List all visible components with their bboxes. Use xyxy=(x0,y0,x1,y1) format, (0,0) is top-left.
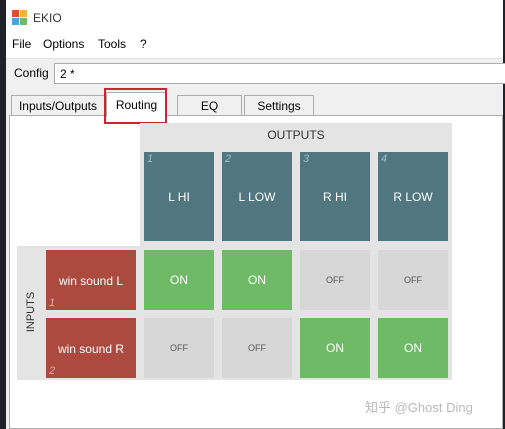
route-in2-out3[interactable]: ON xyxy=(300,318,370,378)
tab-eq[interactable]: EQ xyxy=(177,95,242,117)
menu-tools[interactable]: Tools xyxy=(98,37,126,51)
menu-file[interactable]: File xyxy=(12,37,31,51)
input-number: 1 xyxy=(49,297,56,309)
output-label: R HI xyxy=(323,190,347,204)
route-in1-out3[interactable]: OFF xyxy=(300,250,370,310)
output-number: 2 xyxy=(225,153,232,165)
title-bar xyxy=(6,0,503,36)
input-label: win sound L xyxy=(58,274,124,288)
outputs-title: OUTPUTS xyxy=(267,128,325,142)
route-in1-out4[interactable]: OFF xyxy=(378,250,448,310)
route-in1-out1[interactable]: ON xyxy=(144,250,214,310)
output-4[interactable]: 4 R LOW xyxy=(378,152,448,241)
tab-inputs-outputs[interactable]: Inputs/Outputs xyxy=(11,95,105,117)
route-in2-out1[interactable]: OFF xyxy=(144,318,214,378)
config-select[interactable]: 2 * xyxy=(54,63,505,84)
output-number: 3 xyxy=(303,153,310,165)
menu-help[interactable]: ? xyxy=(140,37,147,51)
input-label: win sound R xyxy=(57,342,125,356)
window-title: EKIO xyxy=(33,11,62,25)
inputs-title: INPUTS xyxy=(25,291,37,333)
input-number: 2 xyxy=(49,365,56,377)
route-in1-out2[interactable]: ON xyxy=(222,250,292,310)
menu-options[interactable]: Options xyxy=(43,37,84,51)
watermark: 知乎 @Ghost Ding xyxy=(365,400,473,415)
output-label: R LOW xyxy=(393,190,433,204)
route-in2-out4[interactable]: ON xyxy=(378,318,448,378)
output-3[interactable]: 3 R HI xyxy=(300,152,370,241)
output-label: L LOW xyxy=(238,190,276,204)
tab-highlight-box xyxy=(104,88,167,124)
tab-settings[interactable]: Settings xyxy=(244,95,314,117)
ekio-app-icon xyxy=(12,10,28,26)
output-2[interactable]: 2 L LOW xyxy=(222,152,292,241)
route-in2-out2[interactable]: OFF xyxy=(222,318,292,378)
input-2[interactable]: win sound R 2 xyxy=(46,318,136,378)
config-label: Config xyxy=(14,66,49,80)
input-1[interactable]: win sound L 1 xyxy=(46,250,136,310)
output-number: 4 xyxy=(381,153,388,165)
output-label: L HI xyxy=(168,190,190,204)
output-number: 1 xyxy=(147,153,154,165)
output-1[interactable]: 1 L HI xyxy=(144,152,214,241)
